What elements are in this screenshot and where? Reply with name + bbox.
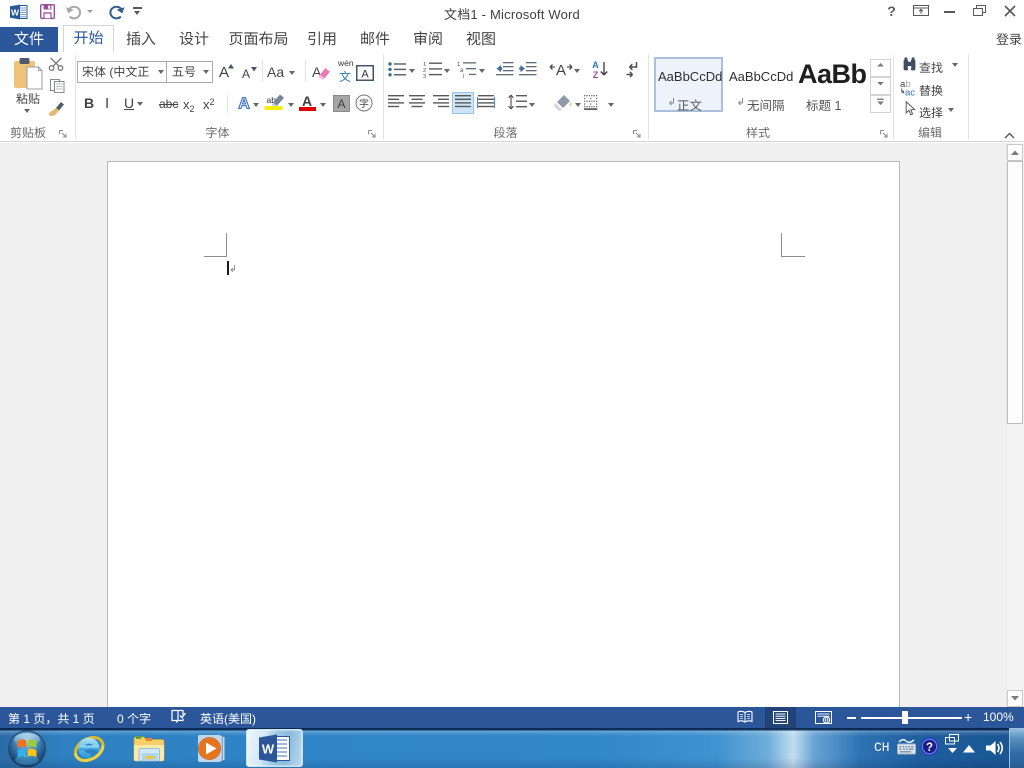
svg-text:A: A [337, 97, 345, 111]
svg-text:A: A [361, 69, 369, 81]
svg-text:W: W [262, 742, 275, 757]
svg-text:3: 3 [423, 74, 426, 80]
svg-text:i: i [463, 74, 464, 80]
svg-text:字: 字 [359, 95, 369, 110]
svg-text:ac: ac [905, 88, 915, 99]
svg-text:A: A [592, 60, 599, 70]
svg-text:Z: Z [593, 70, 599, 80]
svg-text:A: A [238, 96, 250, 113]
svg-text:?: ? [926, 742, 933, 754]
